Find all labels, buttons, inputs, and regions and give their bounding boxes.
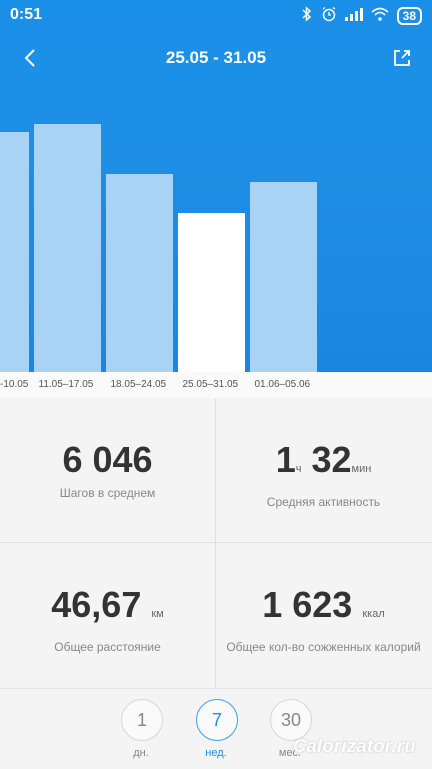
calories-number: 1 623: [262, 584, 353, 625]
calories-stat: 1 623 ккал Общее кол-во сожженных калори…: [216, 543, 431, 687]
period-day-button[interactable]: 1: [121, 699, 163, 741]
signal-icon: [344, 7, 363, 24]
wifi-icon: [371, 7, 389, 24]
activity-hours: 1: [275, 439, 296, 480]
activity-value: 1ч 32мин: [216, 440, 431, 489]
alarm-icon: [321, 6, 337, 25]
activity-minutes-unit: мин: [351, 463, 372, 475]
x-tick-label-3: 25.05–31.05: [182, 379, 239, 390]
chart-bar-2[interactable]: [106, 174, 173, 372]
status-time: 0:51: [10, 6, 43, 23]
activity-stat: 1ч 32мин Средняя активность: [216, 398, 431, 542]
top-bar: 25.05 - 31.05: [0, 36, 432, 82]
stats-grid: 6 046 Шагов в среднем 1ч 32мин Средняя а…: [0, 398, 432, 688]
bluetooth-icon: [301, 6, 313, 25]
steps-stat: 6 046 Шагов в среднем: [0, 398, 215, 542]
watermark: Calorizator.ru: [292, 736, 416, 756]
distance-unit: км: [151, 608, 164, 620]
x-tick-label-0: -10.05: [0, 379, 29, 390]
distance-stat: 46,67 км Общее расстояние: [0, 543, 215, 687]
x-tick-label-1: 11.05–17.05: [38, 379, 94, 390]
period-week-button[interactable]: 7: [196, 699, 238, 741]
period-week-label: нед.: [205, 747, 227, 759]
share-icon[interactable]: [388, 44, 416, 72]
status-bar: 0:51 38: [0, 0, 432, 32]
status-icons: 38: [301, 6, 422, 25]
activity-label: Средняя активность: [266, 495, 381, 509]
x-axis: -10.05 11.05–17.05 18.05–24.05 25.05–31.05 0…: [0, 372, 432, 398]
battery-indicator: 38: [396, 6, 422, 25]
calories-unit: ккал: [362, 608, 385, 620]
chart-bar-3[interactable]: [178, 213, 245, 372]
calories-label: Общее кол-во сожженных калорий: [226, 640, 421, 654]
activity-hours-unit: ч: [295, 463, 302, 475]
period-day-label: дн.: [133, 747, 149, 759]
x-tick-label-2: 18.05–24.05: [110, 379, 167, 390]
activity-minutes: 32: [311, 439, 352, 480]
page-title: 25.05 - 31.05: [165, 48, 267, 67]
distance-label: Общее расстояние: [54, 640, 161, 654]
chart-bar-0[interactable]: [0, 132, 29, 372]
steps-value: 6 046: [62, 439, 153, 480]
period-month-button[interactable]: 30: [270, 699, 312, 741]
distance-value: 46,67 км: [0, 585, 215, 634]
chart-bar-4[interactable]: [250, 182, 317, 372]
distance-number: 46,67: [51, 584, 142, 625]
chart-bar-1[interactable]: [34, 124, 101, 372]
steps-label: Шагов в среднем: [59, 486, 156, 500]
weekly-steps-chart[interactable]: [0, 82, 432, 372]
calories-value: 1 623 ккал: [216, 585, 431, 634]
x-tick-label-4: 01.06–05.06: [254, 379, 311, 390]
